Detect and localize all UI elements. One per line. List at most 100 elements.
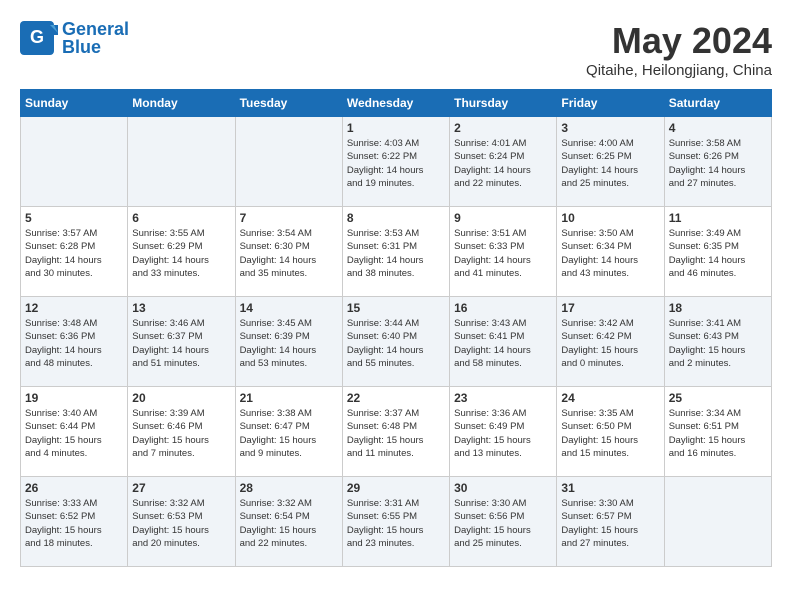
calendar-cell: 3 Sunrise: 4:00 AM Sunset: 6:25 PM Daylig… [557, 117, 664, 207]
calendar-cell: 14Sunrise: 3:45 AM Sunset: 6:39 PM Dayli… [235, 297, 342, 387]
calendar-cell: 18 Sunrise: 3:41 AM Sunset: 6:43 PM Dayli… [664, 297, 771, 387]
day-number: 22 [347, 391, 445, 405]
calendar-cell: 23Sunrise: 3:36 AM Sunset: 6:49 PM Dayli… [450, 387, 557, 477]
calendar-cell: 19 Sunrise: 3:40 AM Sunset: 6:44 PM Dayli… [21, 387, 128, 477]
calendar-cell: 11 Sunrise: 3:49 AM Sunset: 6:35 PM Dayli… [664, 207, 771, 297]
calendar-cell: 7 Sunrise: 3:54 AM Sunset: 6:30 PM Daylig… [235, 207, 342, 297]
calendar-cell: 4Sunrise: 3:58 AM Sunset: 6:26 PM Daylig… [664, 117, 771, 207]
day-info: Sunrise: 3:35 AM Sunset: 6:50 PM Dayligh… [561, 407, 659, 460]
weekday-header: Monday [128, 90, 235, 117]
calendar-cell: 13 Sunrise: 3:46 AM Sunset: 6:37 PM Dayli… [128, 297, 235, 387]
calendar-cell: 31 Sunrise: 3:30 AM Sunset: 6:57 PM Dayli… [557, 477, 664, 567]
day-info: Sunrise: 3:33 AM Sunset: 6:52 PM Dayligh… [25, 497, 123, 550]
day-number: 6 [132, 211, 230, 225]
title-area: May 2024 Qitaihe, Heilongjiang, China [586, 20, 772, 79]
svg-text:G: G [30, 27, 44, 47]
logo: G General Blue [20, 20, 129, 56]
day-info: Sunrise: 3:30 AM Sunset: 6:56 PM Dayligh… [454, 497, 552, 550]
day-number: 9 [454, 211, 552, 225]
day-number: 31 [561, 481, 659, 495]
day-number: 3 [561, 121, 659, 135]
calendar-cell: 2 Sunrise: 4:01 AM Sunset: 6:24 PM Daylig… [450, 117, 557, 207]
weekday-header: Thursday [450, 90, 557, 117]
calendar-cell: 9 Sunrise: 3:51 AM Sunset: 6:33 PM Daylig… [450, 207, 557, 297]
day-number: 5 [25, 211, 123, 225]
day-number: 1 [347, 121, 445, 135]
month-title: May 2024 [586, 20, 772, 62]
day-info: Sunrise: 3:42 AM Sunset: 6:42 PM Dayligh… [561, 317, 659, 370]
calendar-cell: 17 Sunrise: 3:42 AM Sunset: 6:42 PM Dayli… [557, 297, 664, 387]
day-number: 2 [454, 121, 552, 135]
calendar-cell: 1 Sunrise: 4:03 AM Sunset: 6:22 PM Daylig… [342, 117, 449, 207]
weekday-header: Saturday [664, 90, 771, 117]
calendar-week-row: 19 Sunrise: 3:40 AM Sunset: 6:44 PM Dayli… [21, 387, 772, 477]
day-info: Sunrise: 3:46 AM Sunset: 6:37 PM Dayligh… [132, 317, 230, 370]
day-info: Sunrise: 3:32 AM Sunset: 6:53 PM Dayligh… [132, 497, 230, 550]
calendar-table: SundayMondayTuesdayWednesdayThursdayFrid… [20, 89, 772, 567]
calendar-week-row: 12Sunrise: 3:48 AM Sunset: 6:36 PM Dayli… [21, 297, 772, 387]
weekday-header: Tuesday [235, 90, 342, 117]
day-number: 10 [561, 211, 659, 225]
day-info: Sunrise: 3:57 AM Sunset: 6:28 PM Dayligh… [25, 227, 123, 280]
calendar-cell: 24Sunrise: 3:35 AM Sunset: 6:50 PM Dayli… [557, 387, 664, 477]
calendar-cell: 29 Sunrise: 3:31 AM Sunset: 6:55 PM Dayli… [342, 477, 449, 567]
calendar-cell: 8Sunrise: 3:53 AM Sunset: 6:31 PM Daylig… [342, 207, 449, 297]
day-info: Sunrise: 3:50 AM Sunset: 6:34 PM Dayligh… [561, 227, 659, 280]
calendar-cell: 28 Sunrise: 3:32 AM Sunset: 6:54 PM Dayli… [235, 477, 342, 567]
day-info: Sunrise: 3:55 AM Sunset: 6:29 PM Dayligh… [132, 227, 230, 280]
calendar-cell [21, 117, 128, 207]
day-number: 27 [132, 481, 230, 495]
day-number: 28 [240, 481, 338, 495]
calendar-cell: 22 Sunrise: 3:37 AM Sunset: 6:48 PM Dayli… [342, 387, 449, 477]
calendar-cell: 20 Sunrise: 3:39 AM Sunset: 6:46 PM Dayli… [128, 387, 235, 477]
calendar-cell [235, 117, 342, 207]
day-info: Sunrise: 3:30 AM Sunset: 6:57 PM Dayligh… [561, 497, 659, 550]
day-number: 25 [669, 391, 767, 405]
calendar-cell: 16Sunrise: 3:43 AM Sunset: 6:41 PM Dayli… [450, 297, 557, 387]
calendar-cell: 6 Sunrise: 3:55 AM Sunset: 6:29 PM Daylig… [128, 207, 235, 297]
location: Qitaihe, Heilongjiang, China [586, 62, 772, 79]
day-number: 20 [132, 391, 230, 405]
day-number: 13 [132, 301, 230, 315]
day-number: 19 [25, 391, 123, 405]
calendar-week-row: 5 Sunrise: 3:57 AM Sunset: 6:28 PM Daylig… [21, 207, 772, 297]
day-info: Sunrise: 3:54 AM Sunset: 6:30 PM Dayligh… [240, 227, 338, 280]
day-number: 15 [347, 301, 445, 315]
day-info: Sunrise: 4:00 AM Sunset: 6:25 PM Dayligh… [561, 137, 659, 190]
day-number: 30 [454, 481, 552, 495]
day-info: Sunrise: 3:32 AM Sunset: 6:54 PM Dayligh… [240, 497, 338, 550]
day-number: 11 [669, 211, 767, 225]
weekday-header: Wednesday [342, 90, 449, 117]
calendar-cell: 21Sunrise: 3:38 AM Sunset: 6:47 PM Dayli… [235, 387, 342, 477]
logo-blue: Blue [62, 38, 129, 56]
day-number: 18 [669, 301, 767, 315]
day-info: Sunrise: 3:45 AM Sunset: 6:39 PM Dayligh… [240, 317, 338, 370]
day-info: Sunrise: 3:44 AM Sunset: 6:40 PM Dayligh… [347, 317, 445, 370]
weekday-header: Sunday [21, 90, 128, 117]
day-info: Sunrise: 4:01 AM Sunset: 6:24 PM Dayligh… [454, 137, 552, 190]
calendar-cell [664, 477, 771, 567]
day-info: Sunrise: 3:40 AM Sunset: 6:44 PM Dayligh… [25, 407, 123, 460]
calendar-cell: 12Sunrise: 3:48 AM Sunset: 6:36 PM Dayli… [21, 297, 128, 387]
day-info: Sunrise: 3:31 AM Sunset: 6:55 PM Dayligh… [347, 497, 445, 550]
weekday-header-row: SundayMondayTuesdayWednesdayThursdayFrid… [21, 90, 772, 117]
day-info: Sunrise: 3:49 AM Sunset: 6:35 PM Dayligh… [669, 227, 767, 280]
calendar-cell: 26 Sunrise: 3:33 AM Sunset: 6:52 PM Dayli… [21, 477, 128, 567]
day-number: 26 [25, 481, 123, 495]
day-number: 8 [347, 211, 445, 225]
day-number: 29 [347, 481, 445, 495]
calendar-cell: 10 Sunrise: 3:50 AM Sunset: 6:34 PM Dayli… [557, 207, 664, 297]
calendar-cell: 30 Sunrise: 3:30 AM Sunset: 6:56 PM Dayli… [450, 477, 557, 567]
logo-icon: G [20, 21, 58, 55]
day-info: Sunrise: 4:03 AM Sunset: 6:22 PM Dayligh… [347, 137, 445, 190]
day-info: Sunrise: 3:39 AM Sunset: 6:46 PM Dayligh… [132, 407, 230, 460]
day-info: Sunrise: 3:41 AM Sunset: 6:43 PM Dayligh… [669, 317, 767, 370]
day-info: Sunrise: 3:37 AM Sunset: 6:48 PM Dayligh… [347, 407, 445, 460]
day-info: Sunrise: 3:51 AM Sunset: 6:33 PM Dayligh… [454, 227, 552, 280]
day-info: Sunrise: 3:43 AM Sunset: 6:41 PM Dayligh… [454, 317, 552, 370]
day-number: 17 [561, 301, 659, 315]
calendar-cell [128, 117, 235, 207]
day-number: 7 [240, 211, 338, 225]
day-info: Sunrise: 3:48 AM Sunset: 6:36 PM Dayligh… [25, 317, 123, 370]
logo-general: General [62, 20, 129, 38]
